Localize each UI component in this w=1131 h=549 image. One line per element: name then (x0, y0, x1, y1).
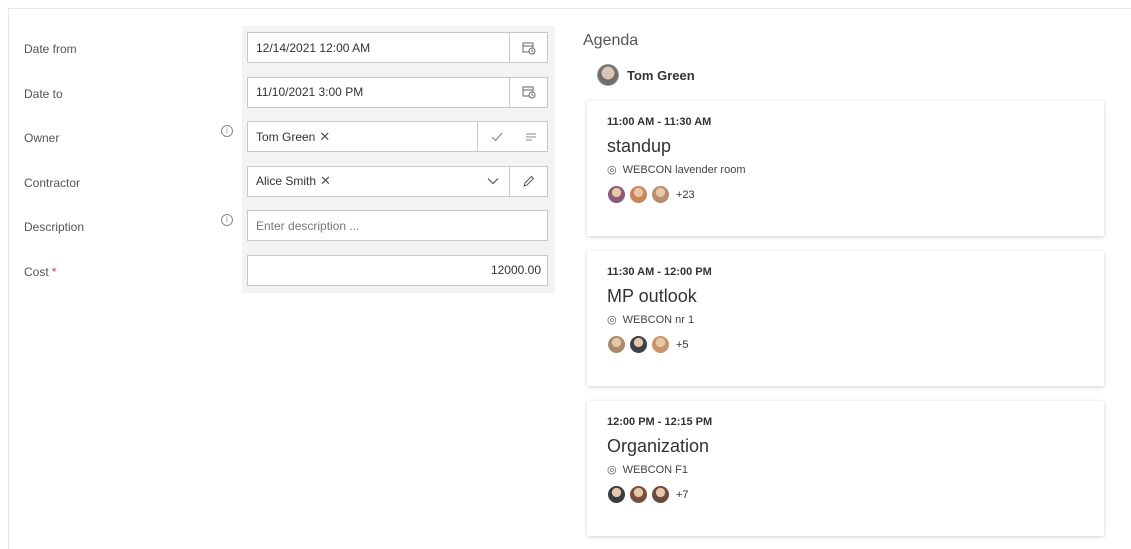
cost-label: Cost * (24, 265, 56, 279)
cost-label-text: Cost (24, 264, 49, 279)
event-card[interactable]: 12:00 PM - 12:15 PM Organization ◎ WEBCO… (587, 401, 1104, 536)
date-from-label: Date from (24, 42, 77, 56)
remove-owner-icon[interactable]: ✕ (319, 129, 330, 144)
event-location-text: WEBCON nr 1 (622, 313, 695, 326)
date-to-field[interactable]: 11/10/2021 3:00 PM (247, 76, 548, 108)
event-time: 11:00 AM - 11:30 AM (607, 116, 712, 128)
date-from-field[interactable]: 12/14/2021 12:00 AM (247, 32, 548, 63)
row-date-from: Date from 12/14/2021 12:00 AM (9, 26, 555, 71)
owner-field[interactable]: Tom Green ✕ (247, 121, 548, 152)
form: Date from 12/14/2021 12:00 AM Date to 11… (9, 26, 555, 293)
event-location-text: WEBCON F1 (622, 463, 689, 476)
location-pin-icon: ◎ (607, 313, 617, 326)
event-attendees: +5 (607, 335, 1084, 354)
avatar (607, 335, 626, 354)
pencil-icon[interactable] (509, 166, 547, 196)
event-card[interactable]: 11:30 AM - 12:00 PM MP outlook ◎ WEBCON … (587, 251, 1104, 386)
avatar (651, 335, 670, 354)
row-contractor: Contractor Alice Smith ✕ (9, 160, 555, 205)
contractor-chip: Alice Smith ✕ (248, 173, 477, 189)
row-owner: Owner i Tom Green ✕ (9, 115, 555, 160)
contractor-value: Alice Smith (256, 174, 317, 188)
info-icon[interactable]: i (221, 214, 233, 226)
description-label: Description (24, 220, 85, 234)
event-location: ◎ WEBCON nr 1 (607, 313, 1084, 326)
avatar (597, 64, 619, 86)
agenda-owner: Tom Green (597, 64, 1110, 86)
event-location-text: WEBCON lavender room (622, 163, 746, 176)
location-pin-icon: ◎ (607, 163, 617, 176)
contractor-label: Contractor (24, 175, 81, 190)
agenda-title: Agenda (583, 32, 639, 49)
event-attendees: +7 (607, 485, 1084, 504)
event-attendees: +23 (607, 185, 1084, 204)
agenda-owner-name: Tom Green (627, 67, 695, 83)
row-description: Description i Enter description ... (9, 204, 555, 249)
avatar (607, 185, 626, 204)
contractor-field[interactable]: Alice Smith ✕ (247, 165, 548, 197)
attendee-count[interactable]: +23 (676, 189, 695, 201)
avatar (651, 185, 670, 204)
cost-field[interactable]: 12000.00 (247, 254, 548, 286)
date-to-label: Date to (24, 86, 63, 101)
location-pin-icon: ◎ (607, 463, 617, 476)
owner-chip: Tom Green ✕ (248, 129, 477, 145)
frame-top-border (8, 8, 1131, 9)
calendar-clock-icon[interactable] (509, 33, 547, 62)
chevron-down-icon[interactable] (477, 167, 509, 196)
required-mark: * (51, 264, 57, 279)
info-icon[interactable]: i (221, 125, 233, 137)
description-field[interactable]: Enter description ... (247, 210, 548, 241)
event-title: Organization (607, 436, 710, 456)
date-from-value[interactable]: 12/14/2021 12:00 AM (248, 41, 509, 55)
event-card[interactable]: 11:00 AM - 11:30 AM standup ◎ WEBCON lav… (587, 101, 1104, 236)
event-location: ◎ WEBCON lavender room (607, 163, 1084, 176)
checkmark-icon[interactable] (477, 122, 515, 151)
row-cost: Cost * 12000.00 (9, 249, 555, 294)
avatar (607, 485, 626, 504)
event-title: MP outlook (607, 286, 697, 306)
owner-label: Owner (24, 131, 60, 145)
row-date-to: Date to 11/10/2021 3:00 PM (9, 71, 555, 116)
date-to-value[interactable]: 11/10/2021 3:00 PM (248, 85, 509, 99)
owner-value: Tom Green (256, 129, 316, 144)
event-title: standup (607, 136, 672, 156)
event-time: 11:30 AM - 12:00 PM (607, 266, 712, 278)
attendee-count[interactable]: +5 (676, 339, 689, 351)
attendee-count[interactable]: +7 (676, 489, 689, 501)
event-time: 12:00 PM - 12:15 PM (607, 416, 713, 428)
avatar (629, 335, 648, 354)
event-location: ◎ WEBCON F1 (607, 463, 1084, 476)
remove-contractor-icon[interactable]: ✕ (320, 173, 331, 188)
cost-value[interactable]: 12000.00 (248, 263, 547, 277)
description-placeholder[interactable]: Enter description ... (248, 219, 547, 233)
avatar (629, 185, 648, 204)
calendar-clock-icon[interactable] (509, 77, 547, 107)
agenda-panel: Agenda Tom Green 11:00 AM - 11:30 AM sta… (580, 28, 1110, 536)
avatar (629, 485, 648, 504)
avatar (651, 485, 670, 504)
list-icon[interactable] (515, 122, 547, 151)
